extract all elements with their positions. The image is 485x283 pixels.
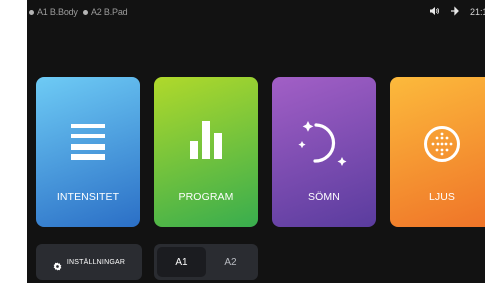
device-a1-indicator: A1 B.Body: [29, 7, 78, 17]
device-a2-label: A2 B.Pad: [91, 7, 128, 17]
gear-icon: [53, 258, 62, 271]
tile-program-label: PROGRAM: [178, 191, 234, 203]
settings-label: INSTÄLLNINGAR: [66, 258, 126, 266]
app-screen: A1 B.Body A2 B.Pad 21:1 INTENSITET: [27, 0, 485, 283]
tile-somn-label: SÖMN: [308, 191, 340, 203]
clock: 21:1: [470, 7, 485, 17]
segment-a1[interactable]: A1: [157, 247, 206, 277]
tile-program[interactable]: PROGRAM: [154, 77, 258, 227]
menu-lines-icon: [71, 124, 105, 165]
light-grid-icon: [423, 125, 461, 168]
device-a1-label: A1 B.Body: [37, 7, 78, 17]
status-bar: A1 B.Body A2 B.Pad 21:1: [27, 0, 485, 24]
bar-chart-icon: [190, 121, 222, 164]
tile-somn[interactable]: SÖMN: [272, 77, 376, 227]
moon-stars-icon: [298, 119, 350, 172]
tile-intensitet-label: INTENSITET: [56, 191, 120, 203]
connection-dot-icon: [83, 9, 88, 15]
volume-icon: [429, 6, 440, 19]
tile-ljus[interactable]: LJUS: [390, 77, 485, 227]
segment-a2[interactable]: A2: [206, 247, 255, 277]
bluetooth-icon: [450, 6, 460, 19]
tile-ljus-label: LJUS: [428, 191, 456, 203]
device-segmented-control: A1 A2: [154, 244, 258, 280]
device-a2-indicator: A2 B.Pad: [83, 7, 128, 17]
tile-intensitet[interactable]: INTENSITET: [36, 77, 140, 227]
settings-button[interactable]: INSTÄLLNINGAR: [36, 244, 142, 280]
connection-dot-icon: [29, 9, 34, 15]
